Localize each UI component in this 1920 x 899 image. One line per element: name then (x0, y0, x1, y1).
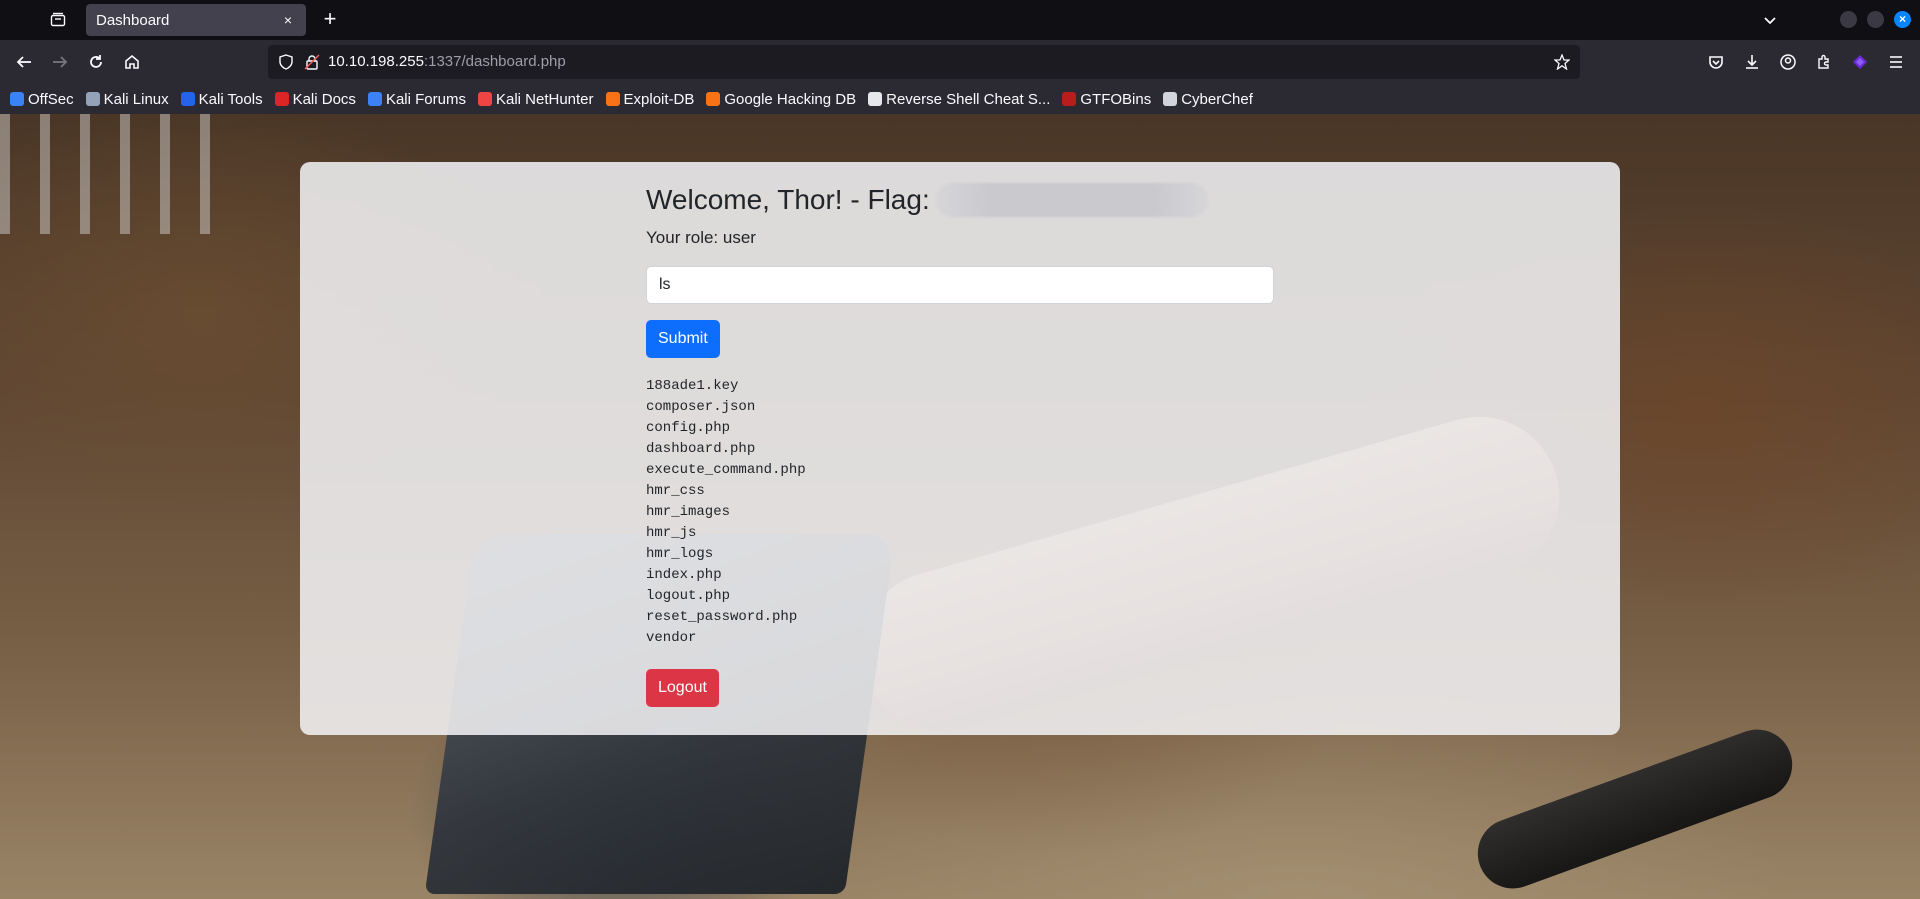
kali-nethunter-icon (477, 92, 492, 106)
cyberchef-icon (1163, 92, 1178, 106)
bookmark-label: Kali Forums (385, 90, 466, 108)
exploit-db-icon (605, 92, 620, 106)
bookmark-item[interactable]: Google Hacking DB (706, 91, 856, 108)
url-text[interactable]: 10.10.198.255:1337/dashboard.php (328, 45, 566, 79)
reload-icon[interactable] (86, 52, 106, 72)
bookmark-label: Reverse Shell Cheat S... (886, 90, 1051, 108)
bookmark-label: Exploit-DB (623, 90, 695, 108)
bookmark-item[interactable]: Kali Tools (180, 90, 263, 108)
offsec-icon (10, 92, 24, 106)
close-window-button[interactable]: × (1894, 11, 1911, 28)
pocket-icon[interactable] (1706, 52, 1726, 72)
command-input[interactable] (646, 266, 1274, 304)
bookmark-label: CyberChef (1181, 90, 1253, 108)
bookmark-item[interactable]: GTFOBins (1062, 91, 1151, 108)
bookmark-label: Kali Tools (198, 90, 263, 108)
navigation-bar: 10.10.198.255:1337/dashboard.php (0, 40, 1920, 84)
bookmark-label: Kali Linux (103, 90, 169, 108)
output-line: composer.json (646, 399, 756, 415)
url-path: :1337/dashboard.php (423, 53, 566, 70)
output-line: hmr_css (646, 483, 705, 499)
page-viewport: Welcome, Thor! - Flag: Your role: user S… (0, 114, 1920, 899)
back-arrow-icon[interactable] (14, 52, 34, 72)
bookmark-label: Kali NetHunter (495, 90, 594, 108)
background-pliers (1467, 719, 1803, 899)
redacted-flag (935, 183, 1208, 217)
output-line: hmr_js (646, 525, 697, 541)
extensions-icon[interactable] (1814, 52, 1834, 72)
dashboard-card: Welcome, Thor! - Flag: Your role: user S… (300, 162, 1620, 735)
output-line: execute_command.php (646, 462, 806, 478)
bookmark-item[interactable]: CyberChef (1163, 91, 1253, 108)
close-tab-icon[interactable]: × (280, 12, 296, 28)
gtfobins-icon (1062, 92, 1077, 106)
kali-docs-icon (274, 92, 289, 106)
bookmark-item[interactable]: OffSec (10, 91, 74, 108)
bookmark-item[interactable]: Kali Docs (274, 90, 356, 108)
bookmark-item[interactable]: Kali Forums (367, 90, 466, 108)
tab-dashboard[interactable]: Dashboard × (86, 4, 306, 36)
firefox-view-icon[interactable] (48, 10, 68, 30)
bookmark-item[interactable]: Exploit-DB (605, 90, 695, 108)
bookmark-item[interactable]: Kali NetHunter (477, 90, 594, 108)
output-line: dashboard.php (646, 441, 756, 457)
bookmark-item[interactable]: Reverse Shell Cheat S... (868, 91, 1050, 108)
reverse-shell-icon (868, 92, 883, 106)
url-host: 10.10.198.255 (328, 53, 424, 70)
output-line: config.php (646, 420, 731, 436)
maximize-window-button[interactable] (1867, 11, 1884, 28)
kali-linux-icon (85, 92, 100, 106)
submit-button[interactable]: Submit (646, 320, 720, 358)
shield-icon[interactable] (276, 52, 296, 72)
bookmark-label: OffSec (28, 90, 74, 108)
output-line: index.php (646, 567, 722, 583)
output-line: reset_password.php (646, 609, 798, 625)
bookmarks-toolbar: OffSec Kali Linux Kali Tools Kali Docs Kali … (0, 84, 1920, 114)
output-line: hmr_images (646, 504, 731, 520)
address-bar[interactable]: 10.10.198.255:1337/dashboard.php (268, 45, 1580, 79)
kali-forums-icon (367, 92, 382, 106)
command-output: 188ade1.key composer.json config.php dashbo… (646, 376, 1274, 649)
page-title: Welcome, Thor! - Flag: (646, 180, 1274, 220)
download-icon[interactable] (1742, 52, 1762, 72)
tab-title: Dashboard (96, 11, 170, 29)
forward-arrow-icon[interactable] (50, 52, 70, 72)
star-icon[interactable] (1552, 52, 1572, 72)
background-wrenches (0, 114, 230, 234)
output-line: logout.php (646, 588, 731, 604)
output-line: hmr_logs (646, 546, 714, 562)
bookmark-item[interactable]: Kali Linux (85, 90, 169, 108)
kali-tools-icon (180, 92, 195, 106)
role-text: Your role: user (646, 228, 756, 247)
chevron-down-icon[interactable] (1760, 10, 1780, 30)
extension-purple-icon[interactable] (1850, 52, 1870, 72)
bookmark-label: GTFOBins (1080, 90, 1152, 108)
google-hacking-db-icon (706, 92, 721, 106)
lock-warning-icon[interactable] (302, 52, 322, 72)
tab-bar: Dashboard × + × (0, 0, 1920, 40)
output-line: vendor (646, 630, 697, 646)
logout-button[interactable]: Logout (646, 669, 719, 707)
output-line: 188ade1.key (646, 378, 739, 394)
welcome-text: Welcome, Thor! - Flag: (646, 184, 930, 215)
bookmark-label: Google Hacking DB (724, 90, 857, 108)
bookmark-label: Kali Docs (292, 90, 356, 108)
menu-icon[interactable] (1886, 52, 1906, 72)
dashboard-content: Welcome, Thor! - Flag: Your role: user S… (646, 180, 1274, 707)
account-icon[interactable] (1778, 52, 1798, 72)
new-tab-button[interactable]: + (318, 8, 342, 32)
home-icon[interactable] (122, 52, 142, 72)
minimize-window-button[interactable] (1840, 11, 1857, 28)
